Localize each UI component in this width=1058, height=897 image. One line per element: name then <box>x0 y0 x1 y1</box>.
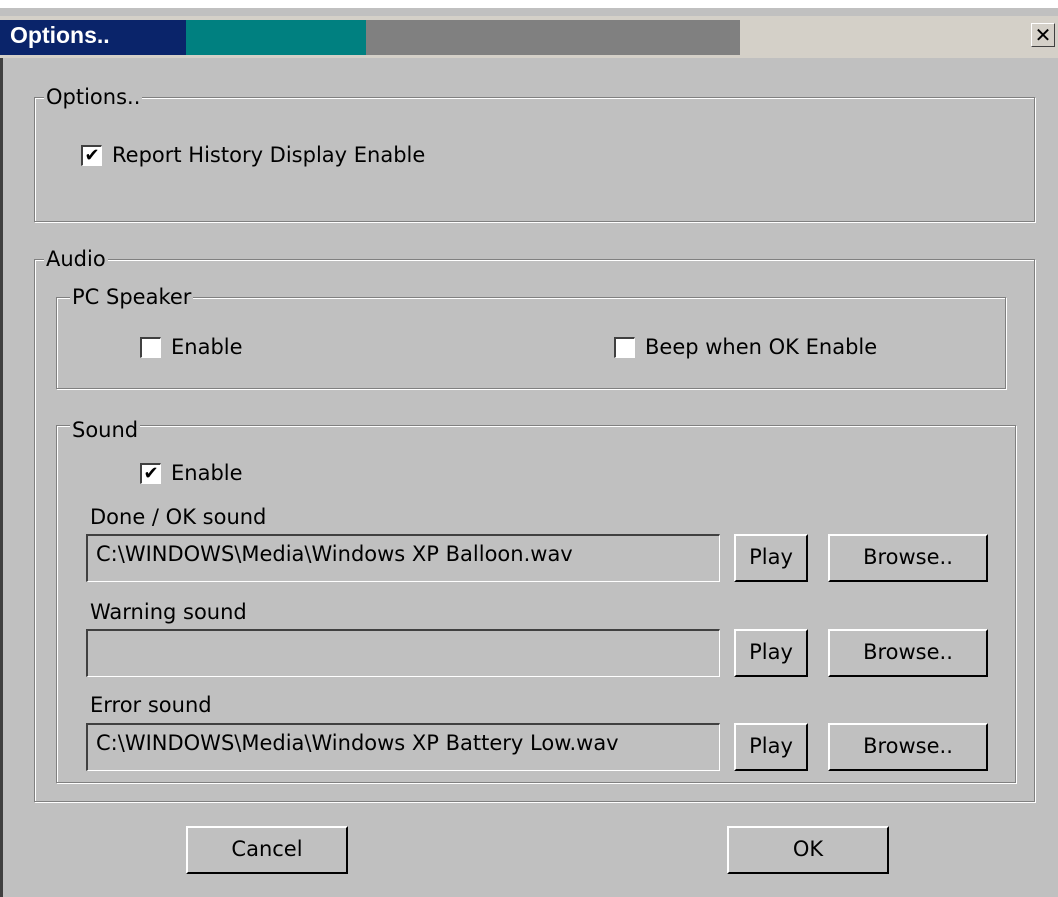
checkmark-icon: ✔ <box>84 144 100 166</box>
beep-ok-row[interactable]: Beep when OK Enable <box>614 335 877 359</box>
report-history-checkbox[interactable]: ✔ <box>81 144 102 166</box>
close-icon: ✕ <box>1034 23 1052 47</box>
pc-speaker-enable-label: Enable <box>171 335 243 359</box>
warning-sound-label: Warning sound <box>90 600 247 624</box>
beep-ok-label: Beep when OK Enable <box>645 335 878 359</box>
done-sound-label: Done / OK sound <box>90 505 267 529</box>
title-bar[interactable] <box>0 16 1058 58</box>
error-sound-play-button[interactable]: Play <box>734 723 808 771</box>
title-bar-gradient-segment <box>186 20 366 55</box>
cancel-button[interactable]: Cancel <box>186 826 348 874</box>
done-sound-browse-button[interactable]: Browse.. <box>828 534 988 582</box>
done-sound-play-button[interactable]: Play <box>734 534 808 582</box>
beep-ok-checkbox[interactable] <box>614 336 635 358</box>
error-sound-browse-button[interactable]: Browse.. <box>828 723 988 771</box>
sound-group-legend: Sound <box>70 418 141 442</box>
sound-enable-label: Enable <box>171 461 243 485</box>
window-left-edge <box>0 58 3 897</box>
done-sound-path-field[interactable]: C:\WINDOWS\Media\Windows XP Balloon.wav <box>86 534 720 582</box>
warning-sound-play-button[interactable]: Play <box>734 629 808 677</box>
warning-sound-path-field[interactable] <box>86 629 720 677</box>
title-bar-inactive-segment <box>366 20 740 55</box>
sound-enable-checkbox[interactable]: ✔ <box>140 462 161 484</box>
warning-sound-browse-button[interactable]: Browse.. <box>828 629 988 677</box>
options-group-legend: Options.. <box>44 85 143 109</box>
pc-speaker-group-legend: PC Speaker <box>70 285 194 309</box>
pc-speaker-enable-row[interactable]: Enable <box>140 335 243 359</box>
pc-speaker-enable-checkbox[interactable] <box>140 336 161 358</box>
checkmark-icon: ✔ <box>143 462 159 484</box>
window-title: Options.. <box>10 22 110 48</box>
error-sound-label: Error sound <box>90 693 212 717</box>
ok-button[interactable]: OK <box>727 826 889 874</box>
report-history-checkbox-row[interactable]: ✔ Report History Display Enable <box>81 143 425 167</box>
close-button[interactable]: ✕ <box>1031 23 1055 47</box>
report-history-label: Report History Display Enable <box>112 143 426 167</box>
sound-enable-row[interactable]: ✔ Enable <box>140 461 243 485</box>
window-top-strip <box>0 0 1058 8</box>
audio-group-legend: Audio <box>44 247 108 271</box>
error-sound-path-field[interactable]: C:\WINDOWS\Media\Windows XP Battery Low.… <box>86 723 720 771</box>
